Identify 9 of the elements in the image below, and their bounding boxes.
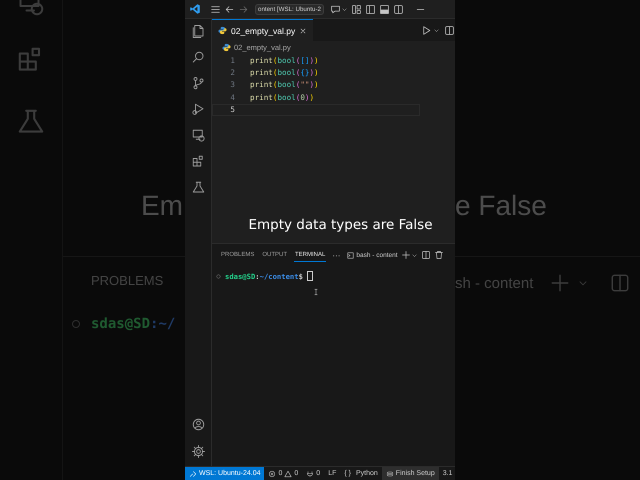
- tab-label: PROBLEMS: [91, 273, 164, 288]
- tab-label[interactable]: 02_empty_val.py: [231, 26, 296, 36]
- caption-text: e False: [455, 189, 547, 223]
- editor-tab[interactable]: 02_empty_val.py: [212, 19, 314, 41]
- terminal-prompt: sdas@SD:~/: [91, 316, 176, 332]
- terminal-name: sh - content: [455, 274, 534, 292]
- more-actions[interactable]: ···: [332, 250, 340, 260]
- caption-text: Empty data types are False: [248, 217, 433, 233]
- caption-text: Em: [141, 189, 183, 223]
